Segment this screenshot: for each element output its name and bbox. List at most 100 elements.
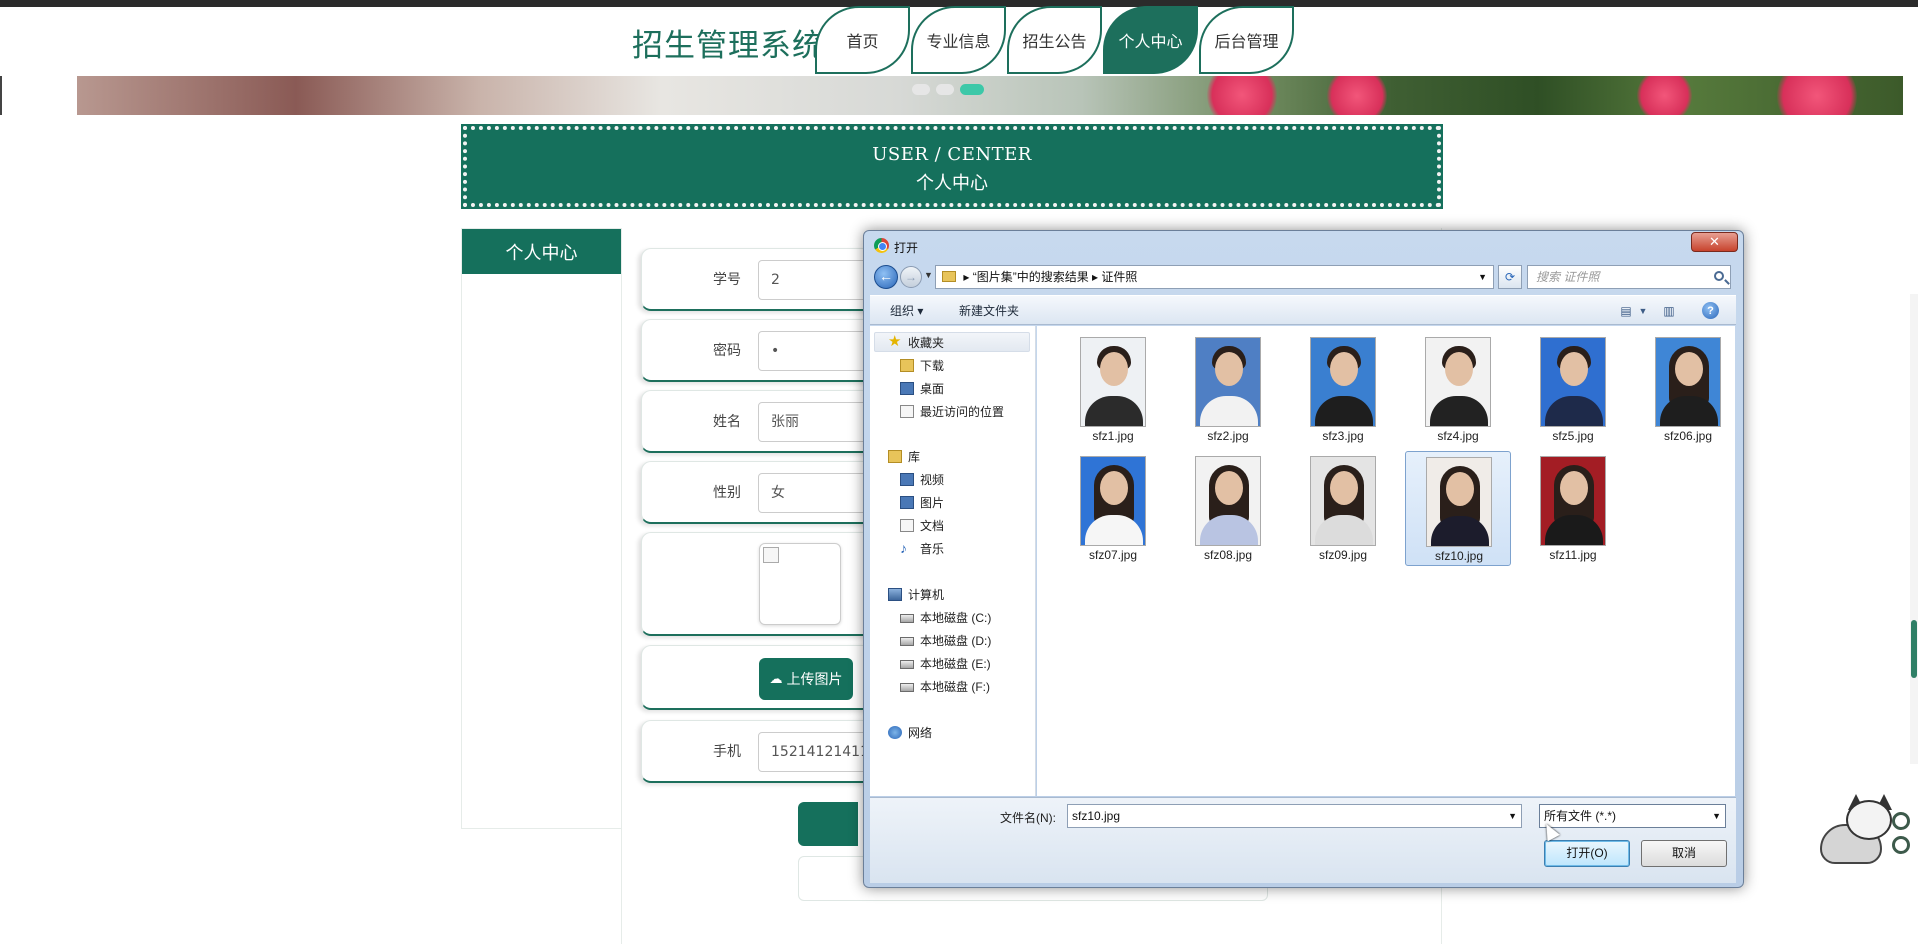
back-arrow-icon[interactable]: ← [874,265,898,289]
computer-icon [888,588,902,601]
file-thumb[interactable]: sfz2.jpg [1175,332,1281,447]
chevron-down-icon[interactable]: ▼ [1712,805,1721,827]
tree-downloads[interactable]: 下载 [900,356,944,376]
photo-thumbnail [1195,337,1261,427]
nav-admin[interactable]: 后台管理 [1199,6,1294,74]
address-bar[interactable]: ▸ “图片集”中的搜索结果 ▸ 证件照 ▼ [935,265,1494,289]
navigation-pane: ★ 收藏夹 下载 桌面 最近访问的位置 库 视频 图片 文档 ♪ 音乐 计算机 … [870,326,1036,796]
header-cn: 个人中心 [916,173,988,194]
filename-input[interactable]: sfz10.jpg ▼ [1067,804,1522,828]
tree-label: 库 [908,450,921,464]
file-thumb[interactable]: sfz06.jpg [1635,332,1741,447]
tree-favorites[interactable]: ★ 收藏夹 [888,333,944,353]
nav-user-center[interactable]: 个人中心 [1103,6,1198,74]
tree-network[interactable]: 网络 [888,723,932,743]
folder-icon [942,271,956,282]
close-button[interactable]: ✕ [1691,232,1738,252]
tree-label: 下载 [920,359,945,373]
file-thumb[interactable]: sfz3.jpg [1290,332,1396,447]
carousel-dot[interactable] [912,84,930,95]
page: 招生管理系统 首页 专业信息 招生公告 个人中心 后台管理 USER / CEN… [0,0,1918,944]
view-dropdown-icon[interactable]: ▼ [1638,302,1648,320]
breadcrumb-sep-icon[interactable]: ▸ [1092,270,1101,284]
videos-icon [900,473,914,486]
sidebar: 个人中心 [461,228,622,829]
library-icon [888,450,902,463]
photo-thumbnail [1080,337,1146,427]
dialog-bottom: 文件名(N): sfz10.jpg ▼ 所有文件 (*.*) ▼ 打开(O) 取… [870,797,1736,883]
file-thumb[interactable]: sfz11.jpg [1520,451,1626,566]
tree-documents[interactable]: 文档 [900,516,944,536]
sidebar-item-user-center[interactable]: 个人中心 [462,229,621,274]
tree-desktop[interactable]: 桌面 [900,379,944,399]
dialog-toolbar: 组织 ▾ 新建文件夹 ▤ ▼ ▥ ? [870,295,1736,325]
recent-places-icon [900,405,914,418]
banner-edge [0,76,2,115]
tree-drive-e[interactable]: 本地磁盘 (E:) [900,654,991,674]
tree-label: 文档 [920,519,945,533]
tree-pictures[interactable]: 图片 [900,493,944,513]
desktop-icon [900,382,914,395]
nav-home[interactable]: 首页 [815,6,910,74]
photo-thumbnail [1310,456,1376,546]
cancel-button[interactable]: 取消 [1641,840,1727,867]
carousel-dot-active[interactable] [960,84,984,95]
photo-thumbnail [1195,456,1261,546]
tree-library[interactable]: 库 [888,447,920,467]
carousel-dots [912,84,984,95]
file-thumb[interactable]: sfz4.jpg [1405,332,1511,447]
name-label: 姓名 [713,414,741,430]
file-name: sfz08.jpg [1203,548,1253,562]
tree-drive-d[interactable]: 本地磁盘 (D:) [900,631,991,651]
address-dropdown-icon[interactable]: ▼ [1478,266,1487,288]
nav-announcements[interactable]: 招生公告 [1007,6,1102,74]
photo-thumbnail [1540,456,1606,546]
file-thumb[interactable]: sfz1.jpg [1060,332,1166,447]
nav-majors[interactable]: 专业信息 [911,6,1006,74]
cat-mascot[interactable] [1812,794,1912,868]
view-options-icon[interactable]: ▤ [1617,302,1635,320]
file-list: sfz1.jpg sfz2.jpg sfz3.jpg sfz4.jpg sfz5… [1037,326,1735,796]
tree-drive-c[interactable]: 本地磁盘 (C:) [900,608,991,628]
tree-music[interactable]: ♪ 音乐 [900,539,944,559]
tree-videos[interactable]: 视频 [900,470,944,490]
submit-button[interactable] [798,802,858,846]
file-name: sfz4.jpg [1437,429,1479,443]
search-placeholder: 搜索 证件照 [1536,270,1600,284]
avatar-preview [759,543,841,625]
photo-thumbnail [1540,337,1606,427]
carousel-dot[interactable] [936,84,954,95]
tree-computer[interactable]: 计算机 [888,585,944,605]
tree-recent[interactable]: 最近访问的位置 [900,402,1004,422]
tree-label: 本地磁盘 (C:) [920,611,992,625]
organize-menu[interactable]: 组织 ▾ [890,296,923,326]
file-thumb[interactable]: sfz5.jpg [1520,332,1626,447]
photo-thumbnail [1426,457,1492,547]
tree-drive-f[interactable]: 本地磁盘 (F:) [900,677,990,697]
file-thumb[interactable]: sfz07.jpg [1060,451,1166,566]
main-nav: 首页 专业信息 招生公告 个人中心 后台管理 [815,6,1295,76]
chevron-down-icon[interactable]: ▼ [1508,805,1517,827]
address-row: ← → ▼ ▸ “图片集”中的搜索结果 ▸ 证件照 ▼ ⟳ 搜索 证件照 [870,263,1736,291]
preview-pane-icon[interactable]: ▥ [1660,302,1678,320]
upload-image-button[interactable]: ☁ 上传图片 [759,658,853,700]
history-dropdown-icon[interactable]: ▼ [924,270,933,280]
file-thumb[interactable]: sfz08.jpg [1175,451,1281,566]
open-button[interactable]: 打开(O) [1544,840,1630,867]
forward-arrow-icon[interactable]: → [900,266,922,288]
new-folder-button[interactable]: 新建文件夹 [959,296,1019,326]
breadcrumb-folder[interactable]: 证件照 [1101,270,1137,284]
file-thumb[interactable]: sfz09.jpg [1290,451,1396,566]
file-name: sfz11.jpg [1549,548,1597,562]
search-input[interactable]: 搜索 证件照 [1527,265,1731,289]
filetype-select[interactable]: 所有文件 (*.*) ▼ [1539,804,1726,828]
page-scrollbar-thumb[interactable] [1911,620,1917,678]
breadcrumb-sep-icon[interactable]: ▸ [963,270,972,284]
tree-label: 收藏夹 [908,336,945,350]
refresh-icon[interactable]: ⟳ [1498,265,1522,289]
help-icon[interactable]: ? [1702,302,1719,319]
file-thumb-selected[interactable]: sfz10.jpg [1405,451,1511,566]
breadcrumb-search-results[interactable]: “图片集”中的搜索结果 [973,270,1089,284]
search-icon[interactable] [1714,271,1724,281]
file-name: sfz2.jpg [1207,429,1249,443]
